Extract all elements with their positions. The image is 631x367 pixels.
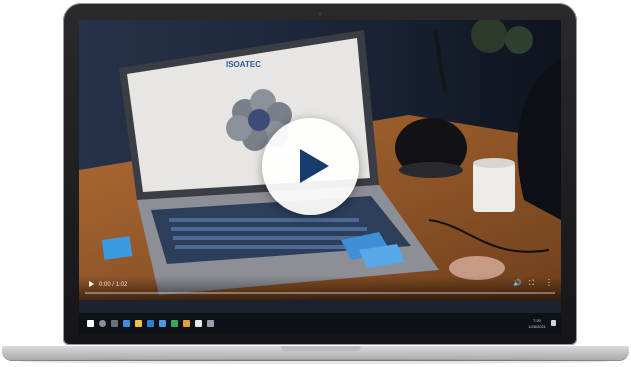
progress-bar[interactable] [85, 292, 555, 294]
play-button[interactable] [262, 118, 359, 215]
store-icon[interactable] [147, 320, 154, 327]
play-icon [300, 149, 329, 183]
lid-notch [281, 346, 361, 351]
search-icon[interactable] [99, 320, 106, 327]
more-vertical-icon[interactable]: ⋮ [545, 279, 553, 287]
start-icon[interactable] [87, 320, 94, 327]
play-small-icon[interactable] [89, 281, 94, 287]
video-controls: 0:00 / 1:02 🔊 ⛶ ⋮ [79, 276, 561, 300]
laptop-screen: ISOATEC 0:00 / 1:02 🔊 ⛶ ⋮ 7:30 1/28/2021 [79, 20, 561, 334]
chrome-icon[interactable] [183, 320, 190, 327]
scene-brand-text: ISOATEC [226, 60, 261, 69]
clock-time: 7:30 [533, 318, 541, 323]
laptop-shadow [20, 359, 610, 364]
volume-icon[interactable]: 🔊 [513, 280, 522, 288]
folder-icon[interactable] [135, 320, 142, 327]
clock-date: 1/28/2021 [528, 324, 546, 329]
taskbar: 7:30 1/28/2021 [79, 313, 561, 334]
settings-icon[interactable] [207, 320, 214, 327]
notification-icon[interactable] [551, 320, 556, 326]
webcam-icon [318, 12, 322, 16]
edge-icon[interactable] [123, 320, 130, 327]
task-view-icon[interactable] [111, 320, 118, 327]
time-display: 0:00 / 1:02 [99, 282, 128, 288]
fullscreen-icon[interactable]: ⛶ [529, 280, 534, 288]
app-icon[interactable] [171, 320, 178, 327]
notepad-icon[interactable] [195, 320, 202, 327]
mail-icon[interactable] [159, 320, 166, 327]
